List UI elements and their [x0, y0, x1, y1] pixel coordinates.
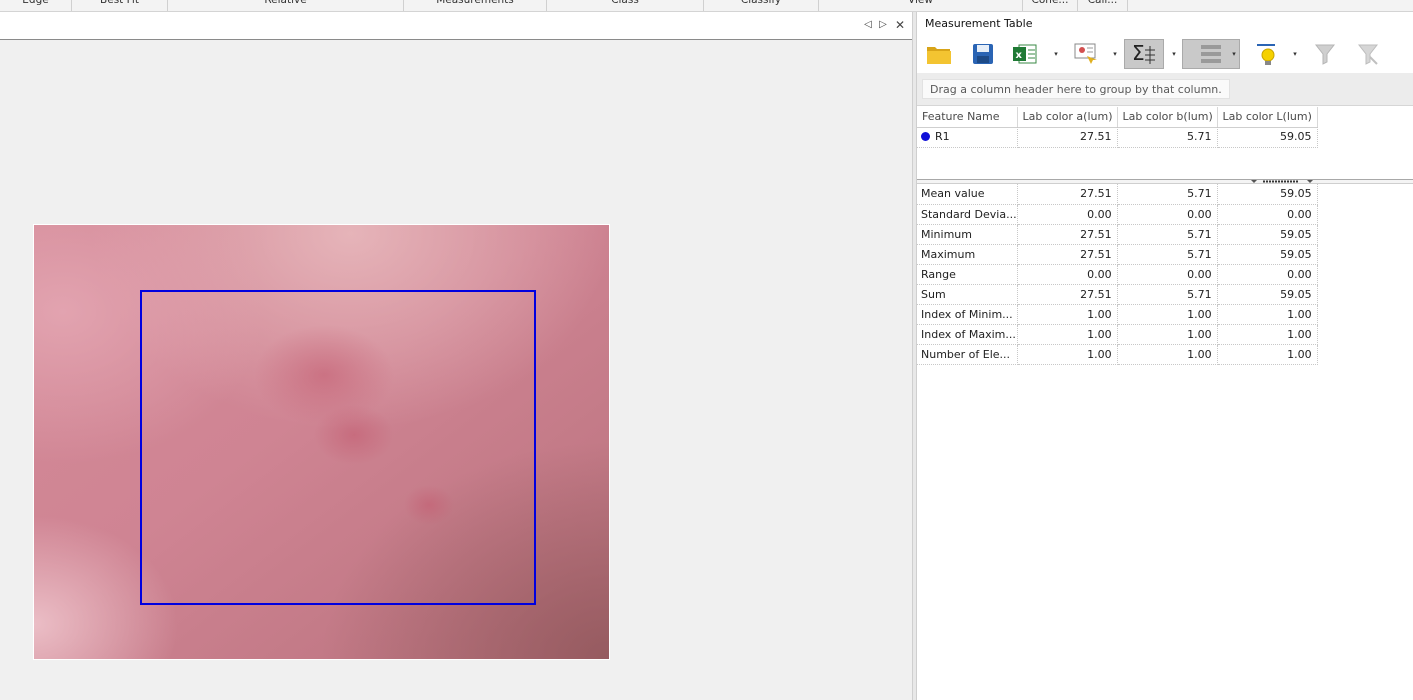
lab-a-cell[interactable]: 27.51 — [1017, 127, 1118, 148]
stat-lab-l-cell[interactable]: 0.00 — [1217, 264, 1318, 285]
lab-l-cell[interactable]: 59.05 — [1217, 127, 1318, 148]
stat-lab-b-cell[interactable]: 0.00 — [1117, 264, 1218, 285]
skin-photo — [34, 225, 609, 659]
header-row: Feature Name Lab color a(lum) Lab color … — [917, 107, 1318, 128]
stat-name-cell[interactable]: Index of Minim... — [917, 304, 1018, 325]
stat-row[interactable]: Standard Devia... 0.00 0.00 0.00 — [917, 204, 1318, 225]
stat-lab-b-cell[interactable]: 5.71 — [1117, 224, 1218, 245]
stat-name-cell[interactable]: Number of Ele... — [917, 344, 1018, 365]
stat-row[interactable]: Minimum 27.51 5.71 59.05 — [917, 224, 1318, 245]
stat-lab-a-cell[interactable]: 1.00 — [1017, 324, 1118, 345]
stat-lab-a-cell[interactable]: 27.51 — [1017, 184, 1118, 205]
stat-lab-a-cell[interactable]: 0.00 — [1017, 204, 1118, 225]
ribbon-group-measurements: Measurements — [404, 0, 547, 11]
stat-lab-l-cell[interactable]: 59.05 — [1217, 184, 1318, 205]
filter-clear-icon[interactable] — [1353, 39, 1383, 69]
column-header-lab-b[interactable]: Lab color b(lum) — [1117, 107, 1218, 128]
feature-list-dropdown[interactable]: ▾ — [1229, 49, 1239, 59]
stat-lab-b-cell[interactable]: 1.00 — [1117, 304, 1218, 325]
feature-name: R1 — [935, 130, 950, 144]
svg-text:x: x — [1016, 50, 1023, 61]
stat-name-cell[interactable]: Range — [917, 264, 1018, 285]
measurement-table-panel: Measurement Table x ▾ ▾ Σ ▾ ▾ ▾ Drag a c… — [917, 12, 1413, 700]
ribbon-group-classify: Classify — [704, 0, 819, 11]
highlight-bulb-icon[interactable] — [1251, 39, 1281, 69]
statistics-dropdown[interactable]: ▾ — [1169, 49, 1179, 59]
tab-scroll-right-icon[interactable]: ▷ — [876, 18, 890, 32]
statistics-table: Mean value 27.51 5.71 59.05 Standard Devia..… — [917, 184, 1318, 365]
lab-b-cell[interactable]: 5.71 — [1117, 127, 1218, 148]
column-header-feature-name[interactable]: Feature Name — [917, 107, 1018, 128]
ribbon-group-edge: Edge — [0, 0, 72, 11]
ribbon-group-class: Class — [547, 0, 704, 11]
group-by-area[interactable]: Drag a column header here to group by th… — [917, 73, 1413, 106]
document-tab-strip: ◁ ▷ ✕ — [0, 12, 912, 40]
ribbon-group-labels: Edge Best Fit Relative Measurements Clas… — [0, 0, 1413, 12]
stat-lab-b-cell[interactable]: 5.71 — [1117, 284, 1218, 305]
save-disk-icon[interactable] — [968, 39, 998, 69]
stat-name-cell[interactable]: Index of Maxim... — [917, 324, 1018, 345]
stat-row[interactable]: Maximum 27.51 5.71 59.05 — [917, 244, 1318, 265]
stat-lab-l-cell[interactable]: 59.05 — [1217, 244, 1318, 265]
feature-marker-icon — [921, 132, 930, 142]
column-header-lab-a[interactable]: Lab color a(lum) — [1017, 107, 1118, 128]
stat-name-cell[interactable]: Mean value — [917, 184, 1018, 205]
group-by-hint: Drag a column header here to group by th… — [922, 79, 1230, 99]
stat-lab-a-cell[interactable]: 1.00 — [1017, 344, 1118, 365]
report-dropdown[interactable]: ▾ — [1110, 49, 1120, 59]
filter-icon[interactable] — [1310, 39, 1340, 69]
ribbon-group-cali: Cali... — [1078, 0, 1128, 11]
stat-row[interactable]: Mean value 27.51 5.71 59.05 — [917, 184, 1318, 205]
measurement-table-header: Feature Name Lab color a(lum) Lab color … — [917, 107, 1318, 128]
feature-name-cell[interactable]: R1 — [917, 127, 1018, 148]
stat-name-cell[interactable]: Sum — [917, 284, 1018, 305]
column-header-lab-l[interactable]: Lab color L(lum) — [1217, 107, 1318, 128]
tab-scroll-left-icon[interactable]: ◁ — [861, 18, 875, 32]
skin-image[interactable] — [33, 224, 610, 660]
stat-lab-b-cell[interactable]: 5.71 — [1117, 244, 1218, 265]
stat-row[interactable]: Index of Maxim... 1.00 1.00 1.00 — [917, 324, 1318, 345]
stat-row[interactable]: Number of Ele... 1.00 1.00 1.00 — [917, 344, 1318, 365]
stat-lab-a-cell[interactable]: 27.51 — [1017, 224, 1118, 245]
ribbon-group-relative: Relative — [168, 0, 404, 11]
ribbon-group-view: View — [819, 0, 1023, 11]
svg-text:Σ: Σ — [1132, 42, 1145, 65]
stat-name-cell[interactable]: Maximum — [917, 244, 1018, 265]
stat-lab-b-cell[interactable]: 5.71 — [1117, 184, 1218, 205]
stat-lab-b-cell[interactable]: 0.00 — [1117, 204, 1218, 225]
ribbon-group-best-fit: Best Fit — [72, 0, 168, 11]
stat-lab-a-cell[interactable]: 1.00 — [1017, 304, 1118, 325]
stat-lab-b-cell[interactable]: 1.00 — [1117, 324, 1218, 345]
highlight-dropdown[interactable]: ▾ — [1290, 49, 1300, 59]
excel-export-icon[interactable]: x — [1010, 39, 1040, 69]
stat-name-cell[interactable]: Minimum — [917, 224, 1018, 245]
report-icon[interactable] — [1071, 39, 1101, 69]
stat-row[interactable]: Range 0.00 0.00 0.00 — [917, 264, 1318, 285]
stat-lab-l-cell[interactable]: 1.00 — [1217, 324, 1318, 345]
ribbon-group-cone: Cone... — [1023, 0, 1078, 11]
statistics-sigma-icon[interactable]: Σ — [1124, 39, 1164, 69]
stat-lab-a-cell[interactable]: 27.51 — [1017, 244, 1118, 265]
stat-lab-b-cell[interactable]: 1.00 — [1117, 344, 1218, 365]
excel-export-dropdown[interactable]: ▾ — [1051, 49, 1061, 59]
stat-lab-l-cell[interactable]: 59.05 — [1217, 224, 1318, 245]
stat-row[interactable]: Sum 27.51 5.71 59.05 — [917, 284, 1318, 305]
stat-lab-l-cell[interactable]: 1.00 — [1217, 304, 1318, 325]
close-document-icon[interactable]: ✕ — [893, 18, 907, 32]
stat-lab-l-cell[interactable]: 1.00 — [1217, 344, 1318, 365]
stat-lab-a-cell[interactable]: 27.51 — [1017, 284, 1118, 305]
stat-row[interactable]: Index of Minim... 1.00 1.00 1.00 — [917, 304, 1318, 325]
measurement-toolbar: x ▾ ▾ Σ ▾ ▾ ▾ — [917, 35, 1413, 73]
open-folder-icon[interactable] — [924, 39, 954, 69]
stat-lab-l-cell[interactable]: 59.05 — [1217, 284, 1318, 305]
stat-lab-l-cell[interactable]: 0.00 — [1217, 204, 1318, 225]
measurement-table-rows: R1 27.51 5.71 59.05 — [917, 127, 1318, 148]
stat-name-cell[interactable]: Standard Devia... — [917, 204, 1018, 225]
image-document-area: ◁ ▷ ✕ — [0, 12, 912, 700]
stat-lab-a-cell[interactable]: 0.00 — [1017, 264, 1118, 285]
panel-title: Measurement Table — [925, 17, 1033, 30]
table-row[interactable]: R1 27.51 5.71 59.05 — [917, 127, 1318, 148]
